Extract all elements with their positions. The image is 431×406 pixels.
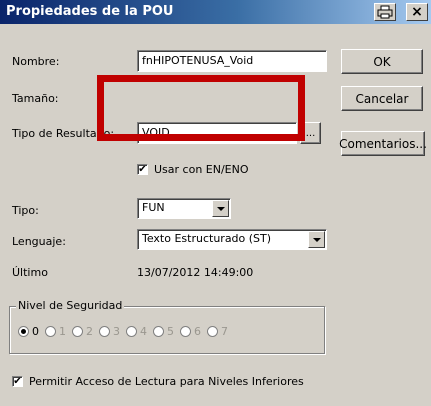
checkmark-icon: ✔: [12, 375, 23, 387]
nombre-label: Nombre:: [12, 55, 60, 68]
tipo-select-value: FUN: [142, 201, 165, 214]
permitir-acceso-label: Permitir Acceso de Lectura para Niveles …: [29, 375, 304, 388]
radio-circle-icon: [18, 326, 29, 337]
permitir-acceso-checkbox[interactable]: ✔ Permitir Acceso de Lectura para Nivele…: [12, 375, 304, 388]
title-bar: Propiedades de la POU ×: [0, 0, 431, 24]
tipo-select[interactable]: FUN: [137, 198, 231, 219]
nivel-seguridad-radios: 0 1 2 3 4 5 6 7: [18, 325, 231, 338]
radio-level-0[interactable]: 0: [18, 325, 39, 338]
usar-en-eno-checkbox[interactable]: ✔ Usar con EN/ENO: [137, 163, 249, 176]
radio-circle-icon: [207, 326, 218, 337]
lenguaje-select[interactable]: Texto Estructurado (ST): [137, 229, 327, 250]
tipo-resultado-browse-button[interactable]: ...: [300, 122, 321, 144]
printer-icon: [377, 5, 393, 19]
lenguaje-label: Lenguaje:: [12, 235, 66, 248]
radio-level-label: 0: [32, 325, 39, 338]
tipo-resultado-field[interactable]: VOID: [137, 122, 297, 144]
chevron-down-icon[interactable]: [308, 231, 325, 248]
radio-level-6[interactable]: 6: [180, 325, 201, 338]
radio-level-1[interactable]: 1: [45, 325, 66, 338]
usar-en-eno-label: Usar con EN/ENO: [154, 163, 249, 176]
ok-button[interactable]: OK: [341, 49, 423, 74]
radio-circle-icon: [99, 326, 110, 337]
lenguaje-select-value: Texto Estructurado (ST): [142, 232, 272, 245]
radio-circle-icon: [180, 326, 191, 337]
comentarios-button[interactable]: Comentarios...: [339, 131, 427, 156]
close-icon: ×: [411, 4, 423, 20]
radio-level-2[interactable]: 2: [72, 325, 93, 338]
radio-level-label: 2: [86, 325, 93, 338]
nivel-seguridad-label: Nivel de Seguridad: [16, 299, 125, 312]
tipo-label: Tipo:: [12, 204, 39, 217]
radio-level-3[interactable]: 3: [99, 325, 120, 338]
close-button[interactable]: ×: [406, 3, 428, 21]
ultimo-label: Último: [12, 266, 48, 279]
ultimo-value: 13/07/2012 14:49:00: [137, 266, 254, 279]
radio-circle-icon: [72, 326, 83, 337]
print-button[interactable]: [374, 3, 396, 21]
chevron-down-icon[interactable]: [212, 200, 229, 217]
radio-level-label: 6: [194, 325, 201, 338]
radio-level-5[interactable]: 5: [153, 325, 174, 338]
tamano-label: Tamaño:: [12, 92, 59, 105]
radio-level-label: 5: [167, 325, 174, 338]
window-title: Propiedades de la POU: [6, 4, 174, 19]
cancelar-button[interactable]: Cancelar: [341, 86, 423, 111]
radio-level-label: 3: [113, 325, 120, 338]
checkmark-icon: ✔: [137, 163, 148, 175]
radio-circle-icon: [153, 326, 164, 337]
tipo-resultado-label: Tipo de Resultado:: [12, 127, 115, 140]
radio-circle-icon: [126, 326, 137, 337]
radio-level-label: 7: [221, 325, 228, 338]
nombre-field[interactable]: fnHIPOTENUSA_Void: [137, 50, 327, 72]
radio-level-label: 1: [59, 325, 66, 338]
radio-level-label: 4: [140, 325, 147, 338]
radio-circle-icon: [45, 326, 56, 337]
radio-level-4[interactable]: 4: [126, 325, 147, 338]
radio-level-7[interactable]: 7: [207, 325, 228, 338]
